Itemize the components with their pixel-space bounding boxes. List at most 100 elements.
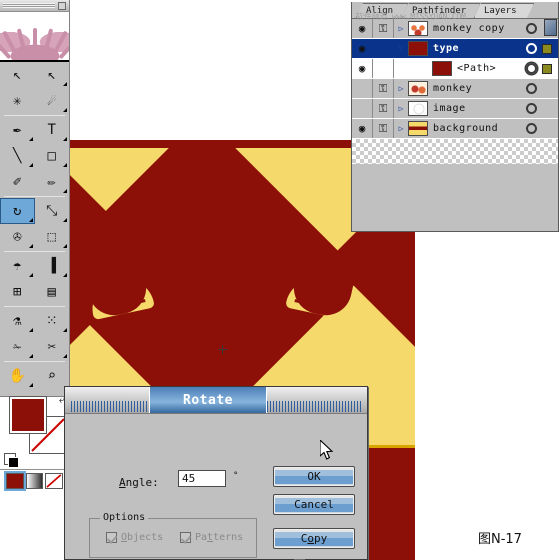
layer-row[interactable]: ⚿ ▷ monkey xyxy=(352,79,558,99)
layer-target-icon[interactable] xyxy=(526,103,537,114)
tool-column-graph-tool[interactable]: ▐ xyxy=(35,253,70,279)
mesh-tool-icon: ⊞ xyxy=(13,284,22,300)
layer-target-icon[interactable] xyxy=(526,23,537,34)
flyout-indicator-icon[interactable] xyxy=(28,328,33,332)
flyout-indicator-icon[interactable] xyxy=(28,163,33,167)
flyout-indicator-icon[interactable] xyxy=(63,137,67,141)
flyout-indicator-icon[interactable] xyxy=(63,244,67,248)
flyout-indicator-icon[interactable] xyxy=(63,354,67,358)
layers-panel[interactable]: Align Pathfinder Layers 软件频道 www.MISSYUA… xyxy=(351,2,559,232)
flyout-indicator-icon[interactable] xyxy=(63,189,67,193)
tool-scissors-tool[interactable]: ✂ xyxy=(35,334,70,360)
layers-list[interactable]: ◉ ⚿ ▷ monkey copy ◉ ▽ type ◉ <Path> ⚿ ▷ monkey ⚿ ▷ ima… xyxy=(352,18,558,164)
objects-checkbox-row[interactable]: Objects xyxy=(106,532,163,543)
tool-type-tool[interactable]: T xyxy=(35,117,70,143)
layer-target-icon[interactable] xyxy=(526,83,537,94)
flyout-indicator-icon[interactable] xyxy=(63,328,67,332)
tool-pencil-tool[interactable]: ✏ xyxy=(35,169,70,195)
tool-hand-tool[interactable]: ✋ xyxy=(0,363,35,389)
tool-blend-tool[interactable]: ⁙ xyxy=(35,308,70,334)
gradient-mode-button[interactable] xyxy=(25,473,44,489)
paint-mode-buttons[interactable] xyxy=(0,469,69,492)
drag-grip[interactable] xyxy=(3,3,55,8)
chevron-down-icon[interactable]: ▽ xyxy=(394,44,408,53)
rotate-dialog[interactable]: Rotate Angle: 45 ° Options Objects Patte… xyxy=(64,386,368,560)
tool-paintbrush-tool[interactable]: ✐ xyxy=(0,169,35,195)
tool-pen-tool[interactable]: ✒ xyxy=(0,117,35,143)
flyout-indicator-icon[interactable] xyxy=(28,354,33,358)
flyout-indicator-icon[interactable] xyxy=(63,218,67,222)
eye-icon[interactable] xyxy=(352,79,373,98)
tool-slice-tool[interactable]: ✁ xyxy=(0,334,35,360)
tool-rotate-tool[interactable]: ↻ xyxy=(0,198,35,224)
tool-warp-tool[interactable]: ✇ xyxy=(0,224,35,250)
close-icon[interactable] xyxy=(58,2,66,10)
eye-icon[interactable]: ◉ xyxy=(352,119,373,138)
default-colors-icon[interactable] xyxy=(4,453,19,468)
lock-icon[interactable]: ⚿ xyxy=(373,119,394,138)
tool-magic-wand-tool[interactable]: ✳ xyxy=(0,88,35,114)
chevron-right-icon[interactable]: ▷ xyxy=(394,104,408,113)
eye-icon[interactable]: ◉ xyxy=(352,59,373,78)
flyout-indicator-icon[interactable] xyxy=(28,137,33,141)
tool-rectangle-tool[interactable]: □ xyxy=(35,143,70,169)
layer-row[interactable]: ◉ ⚿ ▷ monkey copy xyxy=(352,19,558,39)
toolbox-titlebar[interactable] xyxy=(0,0,69,12)
color-controls[interactable]: ⤶ xyxy=(0,391,69,469)
tool-separator xyxy=(4,251,65,252)
tool-selection-tool[interactable]: ↖ xyxy=(0,62,35,88)
tool-lasso-tool[interactable]: ☄ xyxy=(35,88,70,114)
flyout-indicator-icon[interactable] xyxy=(63,108,67,112)
tool-line-segment-tool[interactable]: ╲ xyxy=(0,143,35,169)
angle-input[interactable]: 45 xyxy=(178,470,226,487)
tool-gradient-tool[interactable]: ▤ xyxy=(35,279,70,305)
color-mode-button[interactable] xyxy=(4,471,26,491)
lock-icon[interactable]: ⚿ xyxy=(373,99,394,118)
layer-row[interactable]: ◉ ▽ type xyxy=(352,39,558,59)
lock-icon[interactable] xyxy=(373,39,394,58)
layer-row[interactable]: ◉ ⚿ ▷ background xyxy=(352,119,558,139)
chevron-right-icon[interactable]: ▷ xyxy=(394,124,408,133)
eye-icon[interactable] xyxy=(352,99,373,118)
dialog-body[interactable]: Angle: 45 ° Options Objects Patterns OK … xyxy=(65,414,367,560)
flyout-indicator-icon[interactable] xyxy=(28,244,33,248)
objects-checkbox[interactable] xyxy=(106,532,117,543)
none-mode-button[interactable] xyxy=(45,473,64,489)
cancel-button[interactable]: Cancel xyxy=(273,494,355,515)
tool-separator xyxy=(4,115,65,116)
flyout-indicator-icon[interactable] xyxy=(28,218,33,222)
copy-button[interactable]: Co py xyxy=(273,528,355,549)
layer-row[interactable]: ⚿ ▷ image xyxy=(352,99,558,119)
patterns-checkbox-row[interactable]: Patterns xyxy=(180,532,243,543)
layer-row[interactable]: ◉ <Path> xyxy=(352,59,558,79)
flyout-indicator-icon[interactable] xyxy=(63,163,67,167)
lock-icon[interactable] xyxy=(373,59,394,78)
chevron-right-icon[interactable]: ▷ xyxy=(394,84,408,93)
ok-button[interactable]: OK xyxy=(273,466,355,487)
flyout-indicator-icon[interactable] xyxy=(28,273,33,277)
tool-scale-tool[interactable]: ⤡ xyxy=(35,198,70,224)
fill-color-swatch[interactable] xyxy=(9,396,47,434)
tool-mesh-tool[interactable]: ⊞ xyxy=(0,279,35,305)
tool-free-transform-tool[interactable]: ⬚ xyxy=(35,224,70,250)
tool-symbol-sprayer-tool[interactable]: ☂ xyxy=(0,253,35,279)
none-slash-icon xyxy=(46,474,62,488)
lock-icon[interactable]: ⚿ xyxy=(373,79,394,98)
flyout-indicator-icon[interactable] xyxy=(63,82,67,86)
layer-target-icon[interactable] xyxy=(526,63,537,74)
tool-direct-selection-tool[interactable]: ↖ xyxy=(35,62,70,88)
layer-target-icon[interactable] xyxy=(526,123,537,134)
chevron-right-icon[interactable]: ▷ xyxy=(394,24,408,33)
patterns-checkbox[interactable] xyxy=(180,532,191,543)
lasso-tool-icon: ☄ xyxy=(47,93,56,109)
tool-eyedropper-tool[interactable]: ⚗ xyxy=(0,308,35,334)
dialog-titlebar[interactable]: Rotate xyxy=(65,387,367,414)
flyout-indicator-icon[interactable] xyxy=(63,273,67,277)
toolbox-panel[interactable]: ↖ ↖ ✳ ☄ ✒ T ╲ □ ✐ ✏ ↻ ⤡ ✇ ⬚ ☂ ▐ ⊞ ▤ ⚗ ⁙ ✁ ✂ ✋ ⌕ ⤶ xyxy=(0,0,70,491)
eye-icon[interactable]: ◉ xyxy=(352,39,373,58)
tool-grid[interactable]: ↖ ↖ ✳ ☄ ✒ T ╲ □ ✐ ✏ ↻ ⤡ ✇ ⬚ ☂ ▐ ⊞ ▤ ⚗ ⁙ ✁ ✂ ✋ ⌕ xyxy=(0,62,69,389)
layer-target-icon[interactable] xyxy=(526,43,537,54)
rotation-origin-marker[interactable] xyxy=(218,345,227,354)
flyout-indicator-icon[interactable] xyxy=(28,383,33,387)
tool-separator xyxy=(4,196,65,197)
